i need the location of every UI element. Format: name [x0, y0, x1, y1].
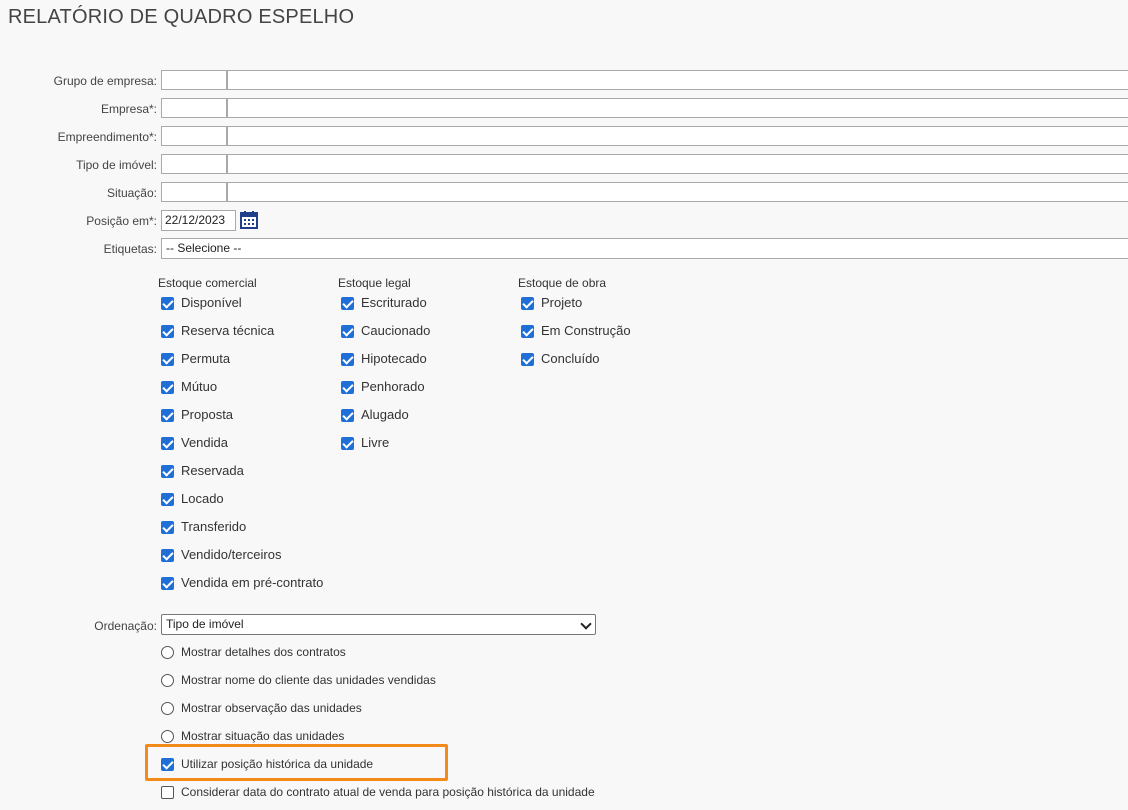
grupo-empresa-code-input[interactable] [161, 70, 227, 90]
radio-observacao[interactable] [161, 702, 174, 715]
highlight-box [145, 744, 448, 781]
checkbox-disponivel[interactable] [161, 297, 174, 310]
checkbox-caucionado[interactable] [341, 325, 354, 338]
empresa-desc-input[interactable] [227, 98, 1128, 118]
checkbox-vendida[interactable] [161, 437, 174, 450]
option-label-nome-cliente: Mostrar nome do cliente das unidades ven… [181, 673, 436, 687]
checkbox-vendida-pre-contrato[interactable] [161, 577, 174, 590]
checkbox-hipotecado[interactable] [341, 353, 354, 366]
grupo-empresa-desc-input[interactable] [227, 70, 1128, 90]
calendar-icon[interactable] [240, 211, 258, 229]
situacao-desc-input[interactable] [227, 182, 1128, 202]
checkbox-projeto[interactable] [521, 297, 534, 310]
checkbox-label-livre: Livre [361, 435, 390, 450]
checkbox-penhorado[interactable] [341, 381, 354, 394]
checkbox-label-vendido-terceiros: Vendido/terceiros [181, 547, 282, 562]
option-label-detalhes-contratos: Mostrar detalhes dos contratos [181, 645, 346, 659]
radio-situacao[interactable] [161, 730, 174, 743]
checkbox-label-transferido: Transferido [181, 519, 247, 534]
ordenacao-select[interactable]: Tipo de imóvel [161, 614, 596, 635]
checkbox-label-projeto: Projeto [541, 295, 583, 310]
checkbox-label-vendida: Vendida [181, 435, 228, 450]
radio-nome-cliente[interactable] [161, 674, 174, 687]
estoque-comercial-header: Estoque comercial [158, 276, 257, 290]
ordenacao-label: Ordenação: [94, 619, 157, 633]
tipo-imovel-desc-input[interactable] [227, 154, 1128, 174]
tipo-imovel-label: Tipo de imóvel: [76, 158, 157, 172]
radio-detalhes-contratos[interactable] [161, 646, 174, 659]
checkbox-data-contrato[interactable] [161, 786, 174, 799]
page-title: RELATÓRIO DE QUADRO ESPELHO [8, 6, 355, 28]
checkbox-reserva-tecnica[interactable] [161, 325, 174, 338]
checkbox-label-hipotecado: Hipotecado [361, 351, 427, 366]
checkbox-escriturado[interactable] [341, 297, 354, 310]
grupo-empresa-label: Grupo de empresa: [53, 74, 157, 88]
checkbox-label-vendida-pre-contrato: Vendida em pré-contrato [181, 575, 324, 590]
checkbox-label-alugado: Alugado [361, 407, 409, 422]
empreendimento-desc-input[interactable] [227, 126, 1128, 146]
checkbox-label-permuta: Permuta [181, 351, 231, 366]
situacao-label: Situação: [106, 186, 157, 200]
checkbox-permuta[interactable] [161, 353, 174, 366]
chevron-down-icon [580, 618, 592, 630]
checkbox-proposta[interactable] [161, 409, 174, 422]
option-label-situacao: Mostrar situação das unidades [181, 729, 345, 743]
posicao-date-input[interactable]: 22/12/2023 [161, 210, 236, 231]
checkbox-mutuo[interactable] [161, 381, 174, 394]
etiquetas-label: Etiquetas: [103, 242, 157, 256]
empreendimento-label: Empreendimento*: [57, 130, 157, 144]
checkbox-concluido[interactable] [521, 353, 534, 366]
etiquetas-select[interactable]: -- Selecione -- [161, 238, 1128, 259]
tipo-imovel-code-input[interactable] [161, 154, 227, 174]
estoque-obra-header: Estoque de obra [518, 276, 607, 290]
checkbox-vendido-terceiros[interactable] [161, 549, 174, 562]
checkbox-transferido[interactable] [161, 521, 174, 534]
estoque-legal-header: Estoque legal [338, 276, 411, 290]
checkbox-alugado[interactable] [341, 409, 354, 422]
checkbox-label-reserva-tecnica: Reserva técnica [181, 323, 275, 338]
ordenacao-value: Tipo de imóvel [166, 617, 244, 631]
checkbox-label-escriturado: Escriturado [361, 295, 427, 310]
checkbox-label-penhorado: Penhorado [361, 379, 425, 394]
checkbox-label-locado: Locado [181, 491, 224, 506]
empresa-code-input[interactable] [161, 98, 227, 118]
empreendimento-code-input[interactable] [161, 126, 227, 146]
posicao-label: Posição em*: [86, 214, 157, 228]
option-label-data-contrato: Considerar data do contrato atual de ven… [181, 785, 595, 799]
checkbox-locado[interactable] [161, 493, 174, 506]
checkbox-label-mutuo: Mútuo [181, 379, 218, 394]
checkbox-label-reservada: Reservada [181, 463, 244, 478]
checkbox-label-proposta: Proposta [181, 407, 234, 422]
checkbox-label-concluido: Concluído [541, 351, 600, 366]
checkbox-label-disponivel: Disponível [181, 295, 242, 310]
option-label-observacao: Mostrar observação das unidades [181, 701, 362, 715]
checkbox-reservada[interactable] [161, 465, 174, 478]
situacao-code-input[interactable] [161, 182, 227, 202]
checkbox-livre[interactable] [341, 437, 354, 450]
empresa-label: Empresa*: [100, 102, 157, 116]
checkbox-label-caucionado: Caucionado [361, 323, 431, 338]
checkbox-label-em-construcao: Em Construção [541, 323, 631, 338]
checkbox-em-construcao[interactable] [521, 325, 534, 338]
